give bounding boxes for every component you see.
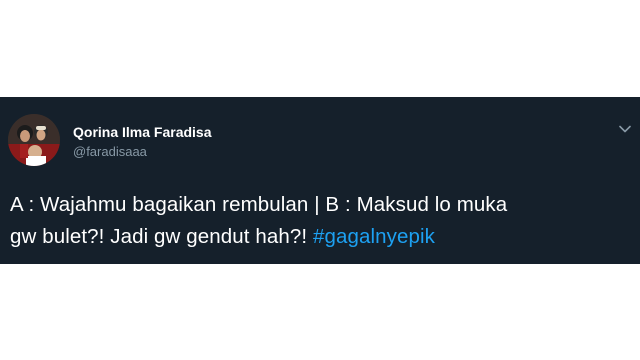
- author-handle[interactable]: @faradisaaa: [73, 144, 147, 159]
- tweet-card: Qorina Ilma Faradisa @faradisaaa A : Waj…: [0, 97, 640, 264]
- tweet-text-line2: gw bulet?! Jadi gw gendut hah?!: [10, 225, 313, 248]
- tweet-text: A : Wajahmu bagaikan rembulan | B : Maks…: [10, 189, 620, 253]
- hashtag-link[interactable]: #gagalnyepik: [313, 225, 435, 248]
- avatar[interactable]: [8, 114, 60, 166]
- author-name[interactable]: Qorina Ilma Faradisa: [73, 124, 212, 140]
- tweet-text-line1: A : Wajahmu bagaikan rembulan | B : Maks…: [10, 193, 508, 216]
- chevron-down-icon[interactable]: [618, 122, 632, 136]
